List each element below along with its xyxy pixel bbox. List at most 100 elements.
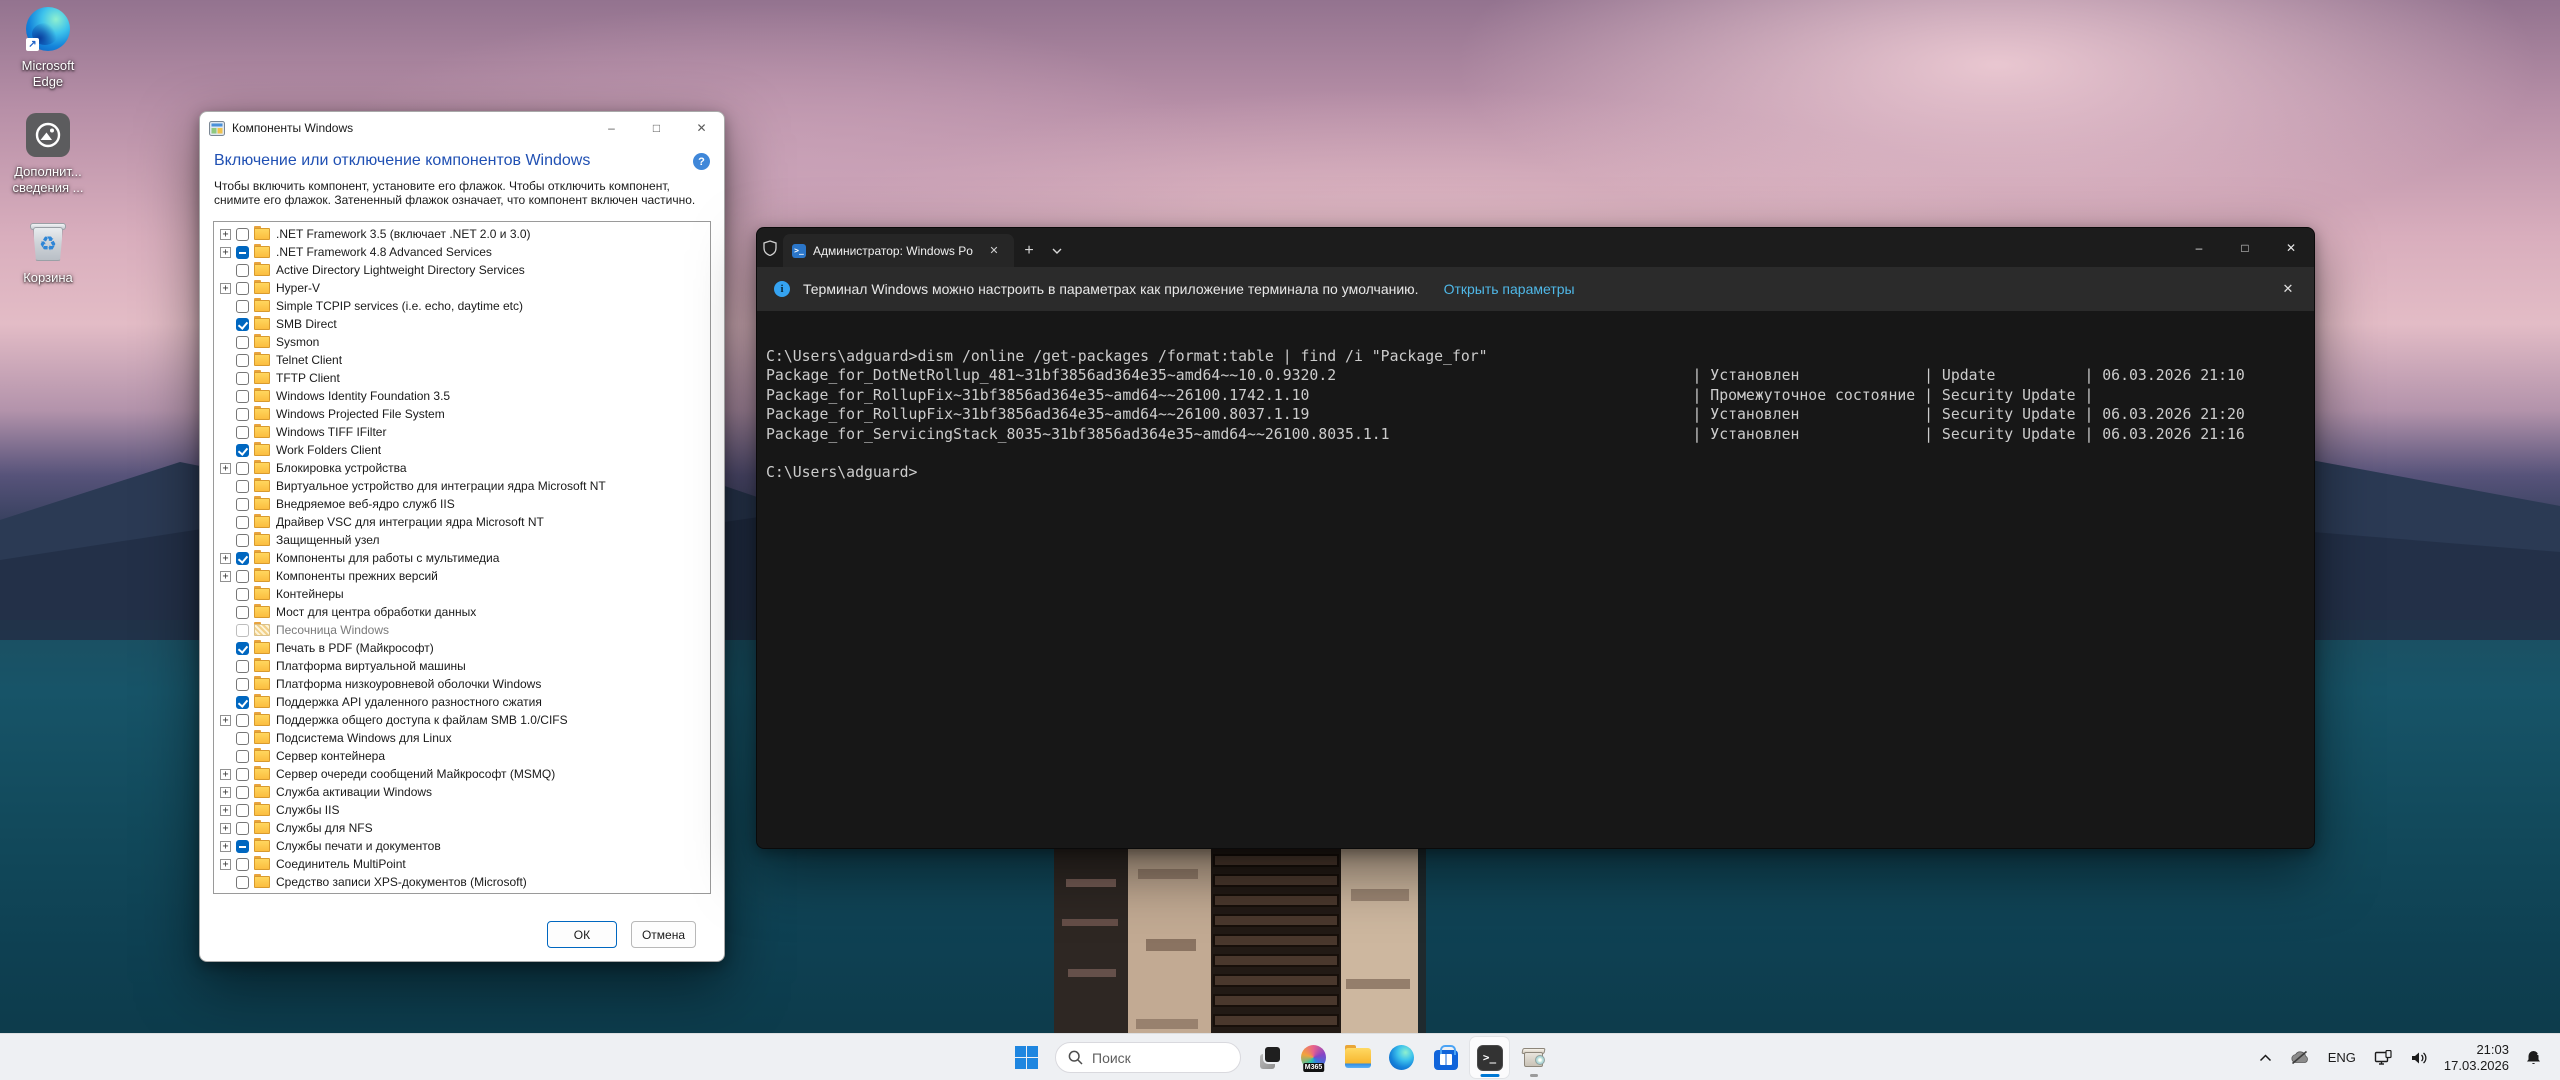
desktop-icon-recycle-bin[interactable]: ♻ Корзина [0, 218, 96, 286]
feature-checkbox[interactable] [236, 641, 249, 655]
expand-plus-icon[interactable]: + [220, 786, 231, 798]
feature-checkbox[interactable] [236, 677, 249, 691]
feature-checkbox[interactable] [236, 353, 249, 367]
feature-checkbox[interactable] [236, 821, 249, 835]
feature-checkbox[interactable] [236, 731, 249, 745]
help-icon[interactable]: ? [693, 153, 710, 170]
feature-checkbox[interactable] [236, 713, 249, 727]
feature-row[interactable]: + .NET Framework 3.5 (включает .NET 2.0 … [214, 225, 710, 243]
desktop-icon-edge[interactable]: ↗ Microsoft Edge [0, 6, 96, 90]
open-settings-link[interactable]: Открыть параметры [1444, 281, 1575, 297]
tab-close-icon[interactable]: ✕ [985, 242, 1003, 260]
volume-icon[interactable] [2404, 1040, 2434, 1076]
feature-row[interactable]: + Active Directory Lightweight Directory… [214, 261, 710, 279]
feature-row[interactable]: + Мост для центра обработки данных [214, 603, 710, 621]
expand-plus-icon[interactable]: + [220, 804, 231, 816]
feature-row[interactable]: + Внедряемое веб-ядро служб IIS [214, 495, 710, 513]
dialog-titlebar[interactable]: Компоненты Windows – □ ✕ [200, 112, 724, 144]
feature-checkbox[interactable] [236, 425, 249, 439]
copilot-m365-button[interactable] [1294, 1037, 1333, 1078]
feature-row[interactable]: + Блокировка устройства [214, 459, 710, 477]
feature-row[interactable]: + SMB Direct [214, 315, 710, 333]
feature-row[interactable]: + Сервер очереди сообщений Майкрософт (M… [214, 765, 710, 783]
feature-row[interactable]: + Telnet Client [214, 351, 710, 369]
feature-checkbox[interactable] [236, 443, 249, 457]
hidden-icons-chevron[interactable] [2253, 1040, 2278, 1076]
feature-row[interactable]: + Песочница Windows [214, 621, 710, 639]
terminal-maximize-button[interactable]: □ [2222, 228, 2268, 267]
feature-row[interactable]: + TFTP Client [214, 369, 710, 387]
feature-checkbox[interactable] [236, 839, 249, 853]
start-button[interactable] [1007, 1037, 1046, 1078]
feature-row[interactable]: + Служба активации Windows [214, 783, 710, 801]
feature-row[interactable]: + Виртуальное устройство для интеграции … [214, 477, 710, 495]
new-tab-button[interactable]: + [1014, 234, 1044, 267]
terminal-button[interactable]: >_ [1470, 1037, 1509, 1078]
feature-checkbox[interactable] [236, 497, 249, 511]
dialog-maximize-button[interactable]: □ [634, 112, 679, 144]
feature-checkbox[interactable] [236, 803, 249, 817]
feature-row[interactable]: + Подсистема Windows для Linux [214, 729, 710, 747]
feature-row[interactable]: + Sysmon [214, 333, 710, 351]
feature-checkbox[interactable] [236, 371, 249, 385]
expand-plus-icon[interactable]: + [220, 246, 231, 258]
feature-checkbox[interactable] [236, 587, 249, 601]
file-explorer-button[interactable] [1338, 1037, 1377, 1078]
ok-button[interactable]: ОК [546, 921, 617, 948]
expand-plus-icon[interactable]: + [220, 840, 231, 852]
network-icon[interactable] [2368, 1040, 2398, 1076]
feature-row[interactable]: + Компоненты прежних версий [214, 567, 710, 585]
feature-row[interactable]: + Компоненты для работы с мультимедиа [214, 549, 710, 567]
feature-checkbox[interactable] [236, 695, 249, 709]
tab-dropdown-chevron-icon[interactable] [1044, 234, 1070, 267]
feature-checkbox[interactable] [236, 605, 249, 619]
cancel-button[interactable]: Отмена [630, 921, 696, 948]
expand-plus-icon[interactable]: + [220, 822, 231, 834]
feature-row[interactable]: + .NET Framework 4.8 Advanced Services [214, 243, 710, 261]
feature-checkbox[interactable] [236, 515, 249, 529]
clock[interactable]: 21:03 17.03.2026 [2440, 1042, 2513, 1073]
terminal-titlebar[interactable]: >_ Администратор: Windows Po ✕ + – □ ✕ [757, 228, 2314, 267]
language-indicator[interactable]: ENG [2322, 1040, 2362, 1076]
expand-plus-icon[interactable]: + [220, 462, 231, 474]
feature-checkbox[interactable] [236, 281, 249, 295]
feature-row[interactable]: + Windows Projected File System [214, 405, 710, 423]
feature-row[interactable]: + Hyper-V [214, 279, 710, 297]
search-input[interactable]: Поиск [1055, 1042, 1241, 1073]
expand-plus-icon[interactable]: + [220, 282, 231, 294]
feature-row[interactable]: + Печать в PDF (Майкрософт) [214, 639, 710, 657]
feature-row[interactable]: + Сервер контейнера [214, 747, 710, 765]
feature-checkbox[interactable] [236, 533, 249, 547]
expand-plus-icon[interactable]: + [220, 228, 231, 240]
feature-checkbox[interactable] [236, 551, 249, 565]
feature-checkbox[interactable] [236, 767, 249, 781]
feature-checkbox[interactable] [236, 227, 249, 241]
expand-plus-icon[interactable]: + [220, 714, 231, 726]
terminal-minimize-button[interactable]: – [2176, 228, 2222, 267]
feature-checkbox[interactable] [236, 857, 249, 871]
feature-row[interactable]: + Work Folders Client [214, 441, 710, 459]
feature-row[interactable]: + Защищенный узел [214, 531, 710, 549]
feature-row[interactable]: + Поддержка общего доступа к файлам SMB … [214, 711, 710, 729]
feature-checkbox[interactable] [236, 245, 249, 259]
expand-plus-icon[interactable]: + [220, 570, 231, 582]
notification-bell-icon[interactable]: z [2519, 1040, 2548, 1076]
feature-checkbox[interactable] [236, 785, 249, 799]
terminal-tab[interactable]: >_ Администратор: Windows Po ✕ [783, 234, 1014, 267]
feature-checkbox[interactable] [236, 659, 249, 673]
task-view-button[interactable] [1250, 1037, 1289, 1078]
edge-button[interactable] [1382, 1037, 1421, 1078]
feature-checkbox[interactable] [236, 389, 249, 403]
feature-checkbox[interactable] [236, 875, 249, 889]
feature-checkbox[interactable] [236, 335, 249, 349]
feature-row[interactable]: + Windows TIFF IFilter [214, 423, 710, 441]
feature-row[interactable]: + Simple TCPIP services (i.e. echo, dayt… [214, 297, 710, 315]
feature-checkbox[interactable] [236, 569, 249, 583]
terminal-close-button[interactable]: ✕ [2268, 228, 2314, 267]
feature-row[interactable]: + Поддержка API удаленного разностного с… [214, 693, 710, 711]
feature-row[interactable]: + Контейнеры [214, 585, 710, 603]
feature-checkbox[interactable] [236, 749, 249, 763]
onedrive-off-icon[interactable] [2284, 1040, 2316, 1076]
feature-row[interactable]: + Службы для NFS [214, 819, 710, 837]
feature-row[interactable]: + Платформа виртуальной машины [214, 657, 710, 675]
